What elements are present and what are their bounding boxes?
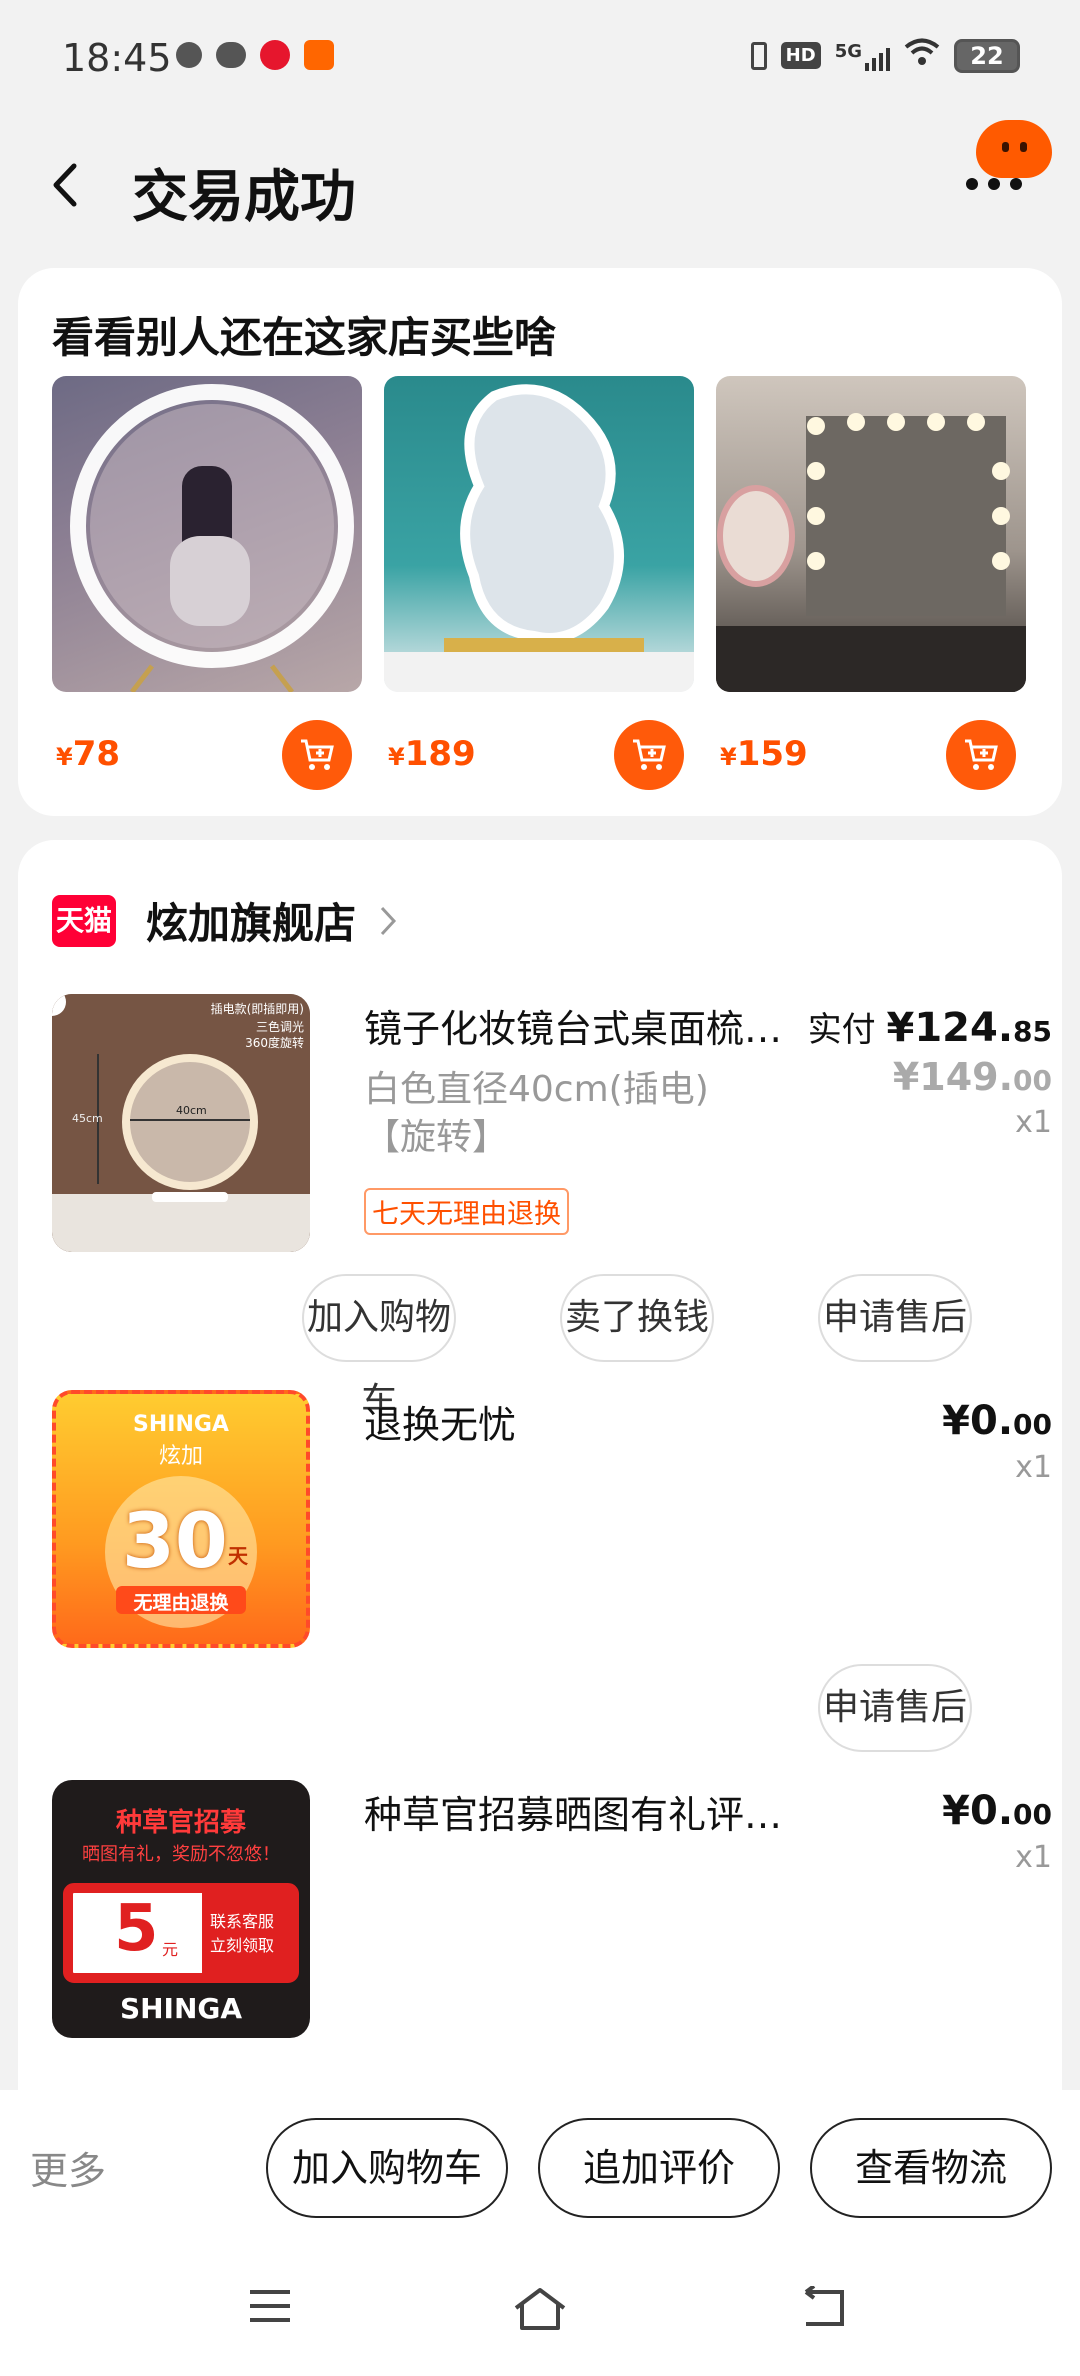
recommend-price: ¥159 [720, 734, 808, 774]
system-icons: HD 5G 22 [750, 38, 1020, 73]
thumb-days: 30 [122, 1496, 228, 1585]
back-nav-icon [804, 2284, 844, 2326]
thumb-side-label: 45cm [72, 1112, 103, 1125]
recommend-item[interactable]: ¥159 [716, 376, 1026, 790]
view-logistics-button[interactable]: 查看物流 [810, 2118, 1052, 2218]
item-price-block: 实付 ¥124.85 ¥149.00 x1 [808, 1002, 1052, 1140]
shop-name[interactable]: 炫加旗舰店 [146, 890, 356, 951]
item-price-block: ¥0.00 x1 [942, 1788, 1052, 1875]
thumb-title: 种草官招募 [115, 1808, 246, 1838]
quantity: x1 [1015, 1450, 1052, 1485]
home-nav-button[interactable] [512, 2286, 568, 2336]
recommend-price: ¥189 [388, 734, 476, 774]
paid-price: 实付 ¥124.85 [807, 1005, 1052, 1051]
after-sales-button[interactable]: 申请售后 [818, 1664, 972, 1752]
thumb-amount-unit: 元 [162, 1940, 179, 1959]
resell-button[interactable]: 卖了换钱 [560, 1274, 714, 1362]
shop-header[interactable]: 天猫 炫加旗舰店 [52, 890, 398, 951]
product-thumbnail[interactable]: SHINGA 炫加 30 天 无理由退换 [52, 1390, 310, 1648]
thumb-side-text: 立刻领取 [210, 1936, 275, 1955]
item-title[interactable]: 镜子化妆镜台式桌面梳… [364, 998, 804, 1053]
return-policy-tag: 七天无理由退换 [364, 1188, 569, 1235]
tmall-badge-icon: 天猫 [52, 894, 116, 947]
recommend-item[interactable]: ¥189 [384, 376, 694, 790]
page-title: 交易成功 [132, 165, 356, 230]
home-icon [514, 2288, 566, 2330]
weibo-icon [260, 40, 290, 70]
order-item[interactable]: 插电款(即插即用) 三色调光 360度旋转 40cm 45cm 镜子化妆镜台式桌… [52, 994, 1052, 1422]
chat-bubble-icon [216, 42, 246, 68]
thumb-size-label: 40cm [176, 1104, 207, 1117]
product-image[interactable] [716, 376, 1026, 692]
vibrate-icon [750, 41, 767, 70]
notification-icons [176, 40, 334, 70]
signal-icon: 5G [835, 41, 890, 71]
item-title[interactable]: 种草官招募晒图有礼评价后联… [364, 1784, 804, 1839]
product-image[interactable] [384, 376, 694, 692]
status-bar: 18:45 HD 5G 22 [0, 0, 1080, 110]
app-notification-icon [304, 40, 334, 70]
item-sku: 白色直径40cm(插电) 【旋转】 [364, 1066, 784, 1162]
add-to-cart-button[interactable]: 加入购物车 [302, 1274, 456, 1422]
recommend-card: 看看别人还在这家店买些啥 ¥78 ¥189 ¥159 [18, 268, 1062, 816]
product-image[interactable] [52, 376, 362, 692]
quantity: x1 [1015, 1105, 1052, 1140]
chevron-right-icon [380, 906, 397, 935]
original-price: ¥149.00 [892, 1055, 1052, 1099]
product-thumbnail[interactable]: 种草官招募 晒图有礼，奖励不忽悠！ 5 元 联系客服 立刻领取 SHINGA [52, 1780, 310, 2038]
clock: 18:45 [62, 36, 172, 80]
thumb-brand: SHINGA [133, 1412, 229, 1437]
order-item[interactable]: 种草官招募 晒图有礼，奖励不忽悠！ 5 元 联系客服 立刻领取 SHINGA 种… [52, 1780, 1052, 2140]
add-to-cart-button[interactable]: 加入购物车 [266, 2118, 508, 2218]
battery-icon: 22 [954, 38, 1020, 73]
thumb-brand-cn: 炫加 [158, 1444, 203, 1469]
thumb-caption: 360度旋转 [245, 1036, 304, 1050]
thumb-subtitle: 晒图有礼，奖励不忽悠！ [82, 1844, 280, 1865]
thumb-caption: 三色调光 [255, 1020, 304, 1034]
product-thumbnail[interactable]: 插电款(即插即用) 三色调光 360度旋转 40cm 45cm [52, 994, 310, 1252]
thumb-days-unit: 天 [228, 1544, 248, 1568]
cart-plus-icon [633, 739, 666, 770]
item-price-block: ¥0.00 x1 [942, 1398, 1052, 1485]
recommend-item[interactable]: ¥78 [52, 376, 362, 790]
more-options-button[interactable] [966, 178, 1022, 190]
thumb-brand: SHINGA [119, 1992, 243, 2025]
thumb-caption: 插电款(即插即用) [210, 1002, 304, 1016]
recommend-title: 看看别人还在这家店买些啥 [52, 313, 557, 362]
mascot-icon[interactable] [976, 120, 1052, 178]
add-to-cart-button[interactable] [282, 720, 352, 790]
item-price: ¥0.00 [942, 1788, 1052, 1834]
menu-nav-button[interactable] [246, 2286, 294, 2330]
cart-plus-icon [301, 739, 334, 770]
add-to-cart-button[interactable] [946, 720, 1016, 790]
wifi-icon [904, 38, 940, 73]
network-type-label: 5G [834, 40, 862, 62]
item-title[interactable]: 退换无忧 [364, 1394, 804, 1449]
add-to-cart-button[interactable] [614, 720, 684, 790]
quantity: x1 [1015, 1840, 1052, 1875]
order-item[interactable]: SHINGA 炫加 30 天 无理由退换 退换无忧 ¥0.00 x1 申请售后 [52, 1390, 1052, 1752]
globe-icon [176, 42, 202, 68]
chevron-left-icon [53, 163, 77, 207]
page-header: 交易成功 [0, 120, 1080, 250]
thumb-side-text: 联系客服 [210, 1912, 275, 1931]
recommend-price: ¥78 [56, 734, 121, 774]
sku-line: 白色直径40cm(插电) [364, 1069, 709, 1110]
after-sales-button[interactable]: 申请售后 [818, 1274, 972, 1362]
back-nav-button[interactable] [798, 2284, 848, 2334]
more-button[interactable]: 更多 [30, 2140, 106, 2195]
hd-icon: HD [780, 42, 821, 69]
thumb-amount: 5 [114, 1892, 159, 1966]
sku-line: 【旋转】 [364, 1117, 509, 1158]
bottom-action-bar: 更多 加入购物车 追加评价 查看物流 [0, 2090, 1080, 2376]
cart-plus-icon [965, 739, 998, 770]
menu-icon [250, 2290, 290, 2322]
thumb-caption: 无理由退换 [133, 1592, 229, 1614]
back-button[interactable] [44, 160, 84, 210]
add-review-button[interactable]: 追加评价 [538, 2118, 780, 2218]
item-price: ¥0.00 [942, 1398, 1052, 1444]
